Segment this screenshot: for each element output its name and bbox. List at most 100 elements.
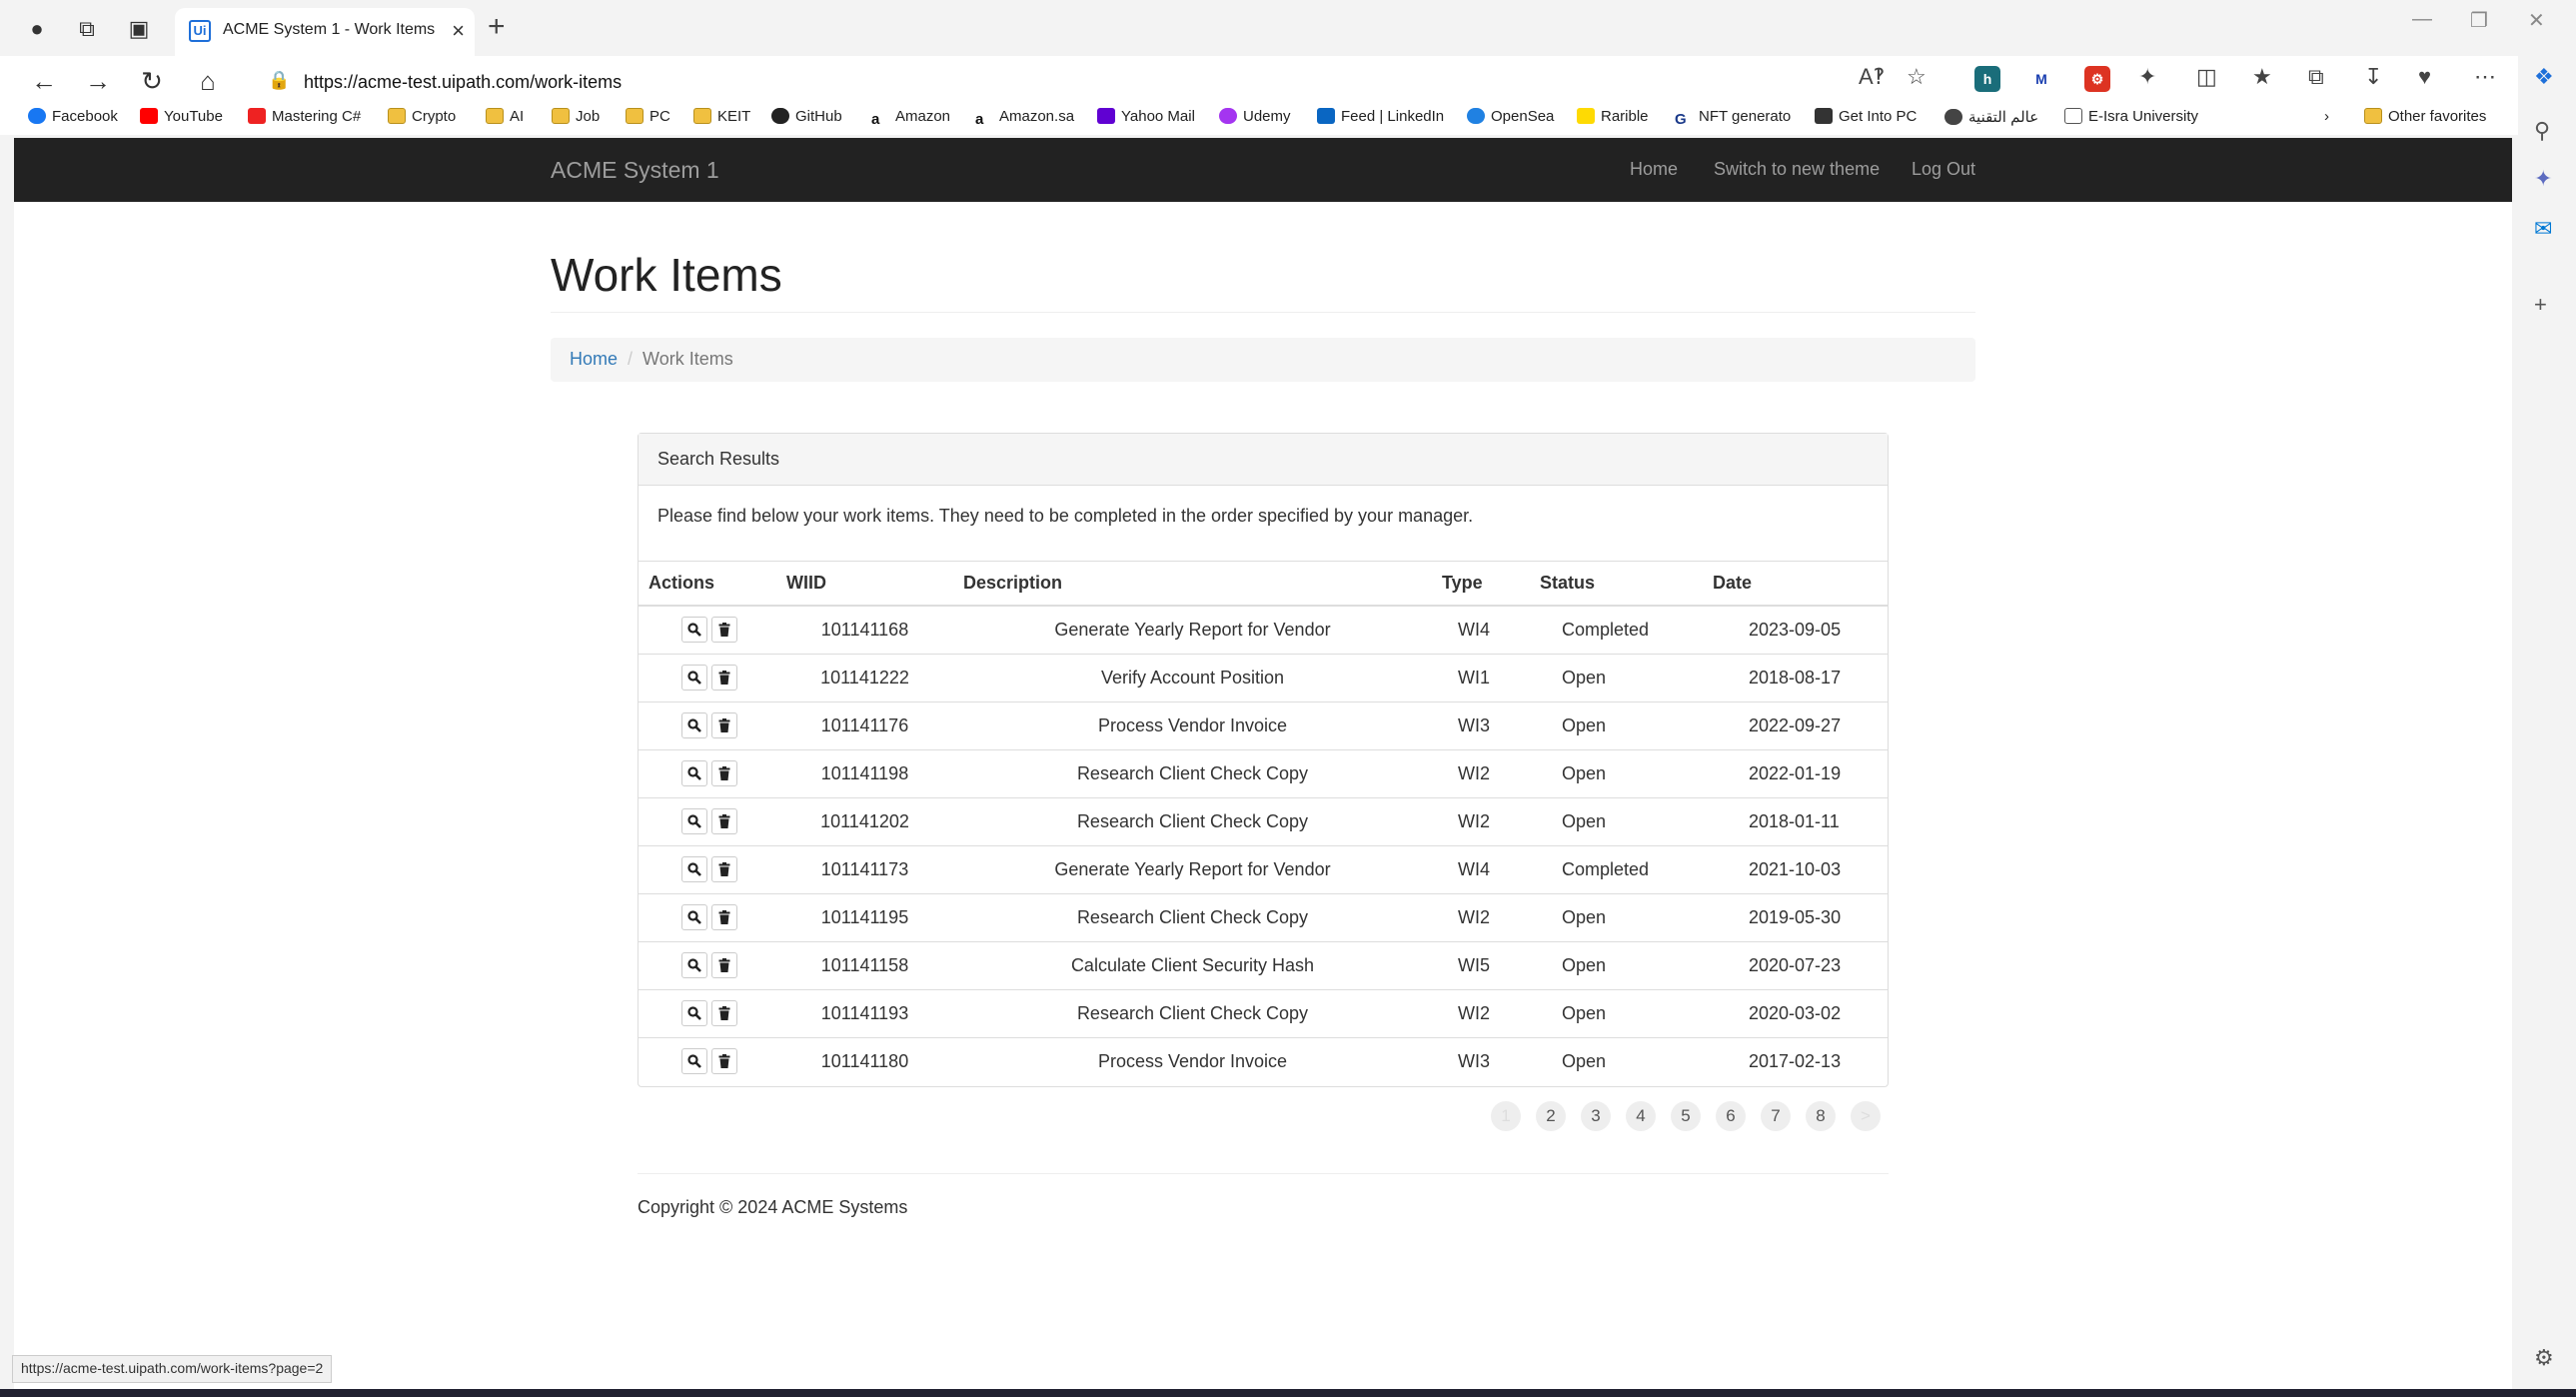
bookmark-get-into-pc[interactable]: Get Into PC [1815,108,1917,125]
close-tab-icon[interactable]: × [452,18,465,44]
address-bar[interactable]: 🔒 https://acme-test.uipath.com/work-item… [248,62,1948,104]
nav-home-link[interactable]: Home [1630,159,1678,180]
delete-trash-icon[interactable] [711,712,737,738]
outlook-icon[interactable]: ✉ [2534,216,2552,242]
bookmark-keit[interactable]: KEIT [693,108,750,125]
pagination-page-1[interactable]: 1 [1491,1101,1521,1131]
cell-date: 2018-01-11 [1703,796,1888,845]
sidebar-app-icon[interactable]: ✦ [2534,166,2552,192]
refresh-icon[interactable]: ↻ [134,66,170,97]
cell-wiid: 101141173 [776,844,953,893]
bookmark-pc[interactable]: PC [626,108,670,125]
delete-trash-icon[interactable] [711,1000,737,1026]
nav-logout-link[interactable]: Log Out [1912,159,1975,180]
pagination-page-3[interactable]: 3 [1581,1101,1611,1131]
bookmark-other-favorites[interactable]: Other favorites [2364,108,2486,125]
delete-trash-icon[interactable] [711,1048,737,1075]
workspaces-icon[interactable]: ⧉ [72,14,102,44]
delete-trash-icon[interactable] [711,760,737,786]
copilot-icon[interactable]: ❖ [2534,64,2554,90]
delete-trash-icon[interactable] [711,617,737,644]
sidebar-add-icon[interactable]: + [2534,292,2547,318]
downloads-icon[interactable]: ↧ [2364,64,2382,90]
browser-essentials-icon[interactable]: ♥ [2418,64,2431,90]
sidebar-settings-gear-icon[interactable]: ⚙ [2534,1345,2554,1371]
app-navbar: ACME System 1 Home Switch to new theme L… [14,138,2512,202]
pagination-next-chevron-icon[interactable]: > [1851,1101,1881,1131]
bookmark-udemy[interactable]: Udemy [1219,108,1291,125]
bookmark-job[interactable]: Job [552,108,600,125]
bookmark-nft-generator[interactable]: G NFT generato [1675,108,1791,128]
view-details-search-icon[interactable] [681,856,707,882]
tab-actions-icon[interactable]: ▣ [124,14,154,44]
favorite-star-icon[interactable]: ☆ [1907,64,1927,90]
bookmark-crypto[interactable]: Crypto [388,108,456,125]
delete-trash-icon[interactable] [711,808,737,834]
nft-generator-icon: G [1675,111,1693,128]
pagination-page-7[interactable]: 7 [1761,1101,1791,1131]
pagination-page-6[interactable]: 6 [1716,1101,1746,1131]
cell-description: Research Client Check Copy [953,892,1432,941]
browser-tab-active[interactable]: Ui ACME System 1 - Work Items × [175,8,475,56]
app-brand[interactable]: ACME System 1 [551,157,719,184]
folder-icon [626,108,644,124]
header-description: Description [953,562,1432,607]
view-details-search-icon[interactable] [681,1000,707,1026]
delete-trash-icon[interactable] [711,856,737,882]
bookmark-youtube[interactable]: YouTube [140,108,223,125]
restore-icon[interactable]: ❐ [2470,8,2488,33]
delete-trash-icon[interactable] [711,904,737,930]
view-details-search-icon[interactable] [681,760,707,786]
bookmark-mastering-csharp[interactable]: Mastering C# [248,108,361,125]
rarible-icon [1577,108,1595,124]
row-actions [639,653,776,701]
extension-icon-2[interactable]: M [2028,66,2054,92]
bookmark-ai[interactable]: AI [486,108,524,125]
header-wiid: WIID [776,562,953,607]
view-details-search-icon[interactable] [681,665,707,691]
view-details-search-icon[interactable] [681,712,707,738]
favorites-icon[interactable]: ★ [2252,64,2272,90]
view-details-search-icon[interactable] [681,952,707,978]
bookmark-github[interactable]: GitHub [771,108,842,125]
bookmark-e-isra[interactable]: E-Isra University [2064,108,2198,125]
delete-trash-icon[interactable] [711,665,737,691]
nav-switch-theme-link[interactable]: Switch to new theme [1714,159,1880,180]
window-close-icon[interactable]: ✕ [2528,8,2545,33]
breadcrumb-home-link[interactable]: Home [570,349,618,369]
extension-icon-1[interactable]: h [1974,66,2000,92]
bookmark-linkedin[interactable]: Feed | LinkedIn [1317,108,1444,125]
pagination-page-2[interactable]: 2 [1536,1101,1566,1131]
view-details-search-icon[interactable] [681,904,707,930]
pagination-page-4[interactable]: 4 [1626,1101,1656,1131]
read-aloud-icon[interactable]: A‽ [1859,64,1885,90]
view-details-search-icon[interactable] [681,1048,707,1075]
pagination-page-8[interactable]: 8 [1806,1101,1836,1131]
bookmark-arabic-tech[interactable]: عالم التقنية [1944,108,2038,126]
more-menu-icon[interactable]: ⋯ [2474,64,2496,90]
split-screen-icon[interactable]: ◫ [2196,64,2217,90]
extensions-puzzle-icon[interactable]: ✦ [2138,64,2156,90]
bookmark-amazon[interactable]: a Amazon [871,108,950,128]
bookmark-facebook[interactable]: Facebook [28,108,118,125]
home-icon[interactable]: ⌂ [190,66,226,97]
back-icon[interactable]: ← [26,66,62,97]
view-details-search-icon[interactable] [681,617,707,644]
bookmarks-overflow-chevron-icon[interactable]: › [2324,108,2329,125]
bookmark-rarible[interactable]: Rarible [1577,108,1649,125]
bookmark-opensea[interactable]: OpenSea [1467,108,1554,125]
view-details-search-icon[interactable] [681,808,707,834]
collections-icon[interactable]: ⧉ [2308,64,2324,90]
cell-status: Open [1530,940,1703,989]
new-tab-button[interactable]: + [488,10,506,44]
pagination-page-5[interactable]: 5 [1671,1101,1701,1131]
extension-icon-3[interactable]: ⚙ [2084,66,2110,92]
bookmark-amazon-sa[interactable]: a Amazon.sa [975,108,1074,128]
sidebar-search-icon[interactable]: ⚲ [2534,118,2550,144]
bookmark-yahoo-mail[interactable]: Yahoo Mail [1097,108,1195,125]
cell-wiid: 101141198 [776,748,953,797]
forward-icon[interactable]: → [80,66,116,97]
minimize-icon[interactable]: — [2412,8,2432,31]
profile-avatar-icon[interactable]: ● [22,14,52,44]
delete-trash-icon[interactable] [711,952,737,978]
